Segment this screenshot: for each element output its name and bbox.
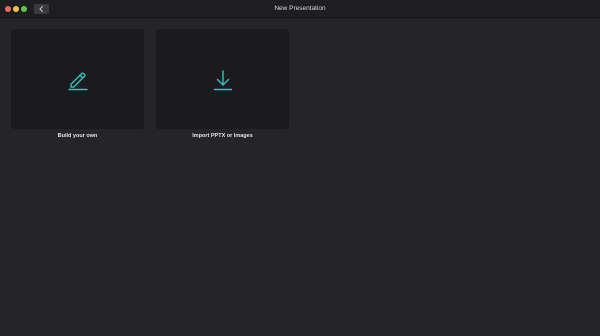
pencil-icon [68,72,88,91]
window-title: New Presentation [274,5,326,12]
import-pptx-label[interactable]: Import PPTX or Images [156,133,289,140]
build-your-own-label[interactable]: Build your own [11,133,144,140]
import-pptx-card[interactable] [156,29,289,129]
title-bar: New Presentation [0,0,600,18]
build-your-own-card[interactable] [11,29,144,129]
download-arrow-icon [213,70,233,91]
app-window: New Presentation Build your own Import P… [0,0,600,336]
